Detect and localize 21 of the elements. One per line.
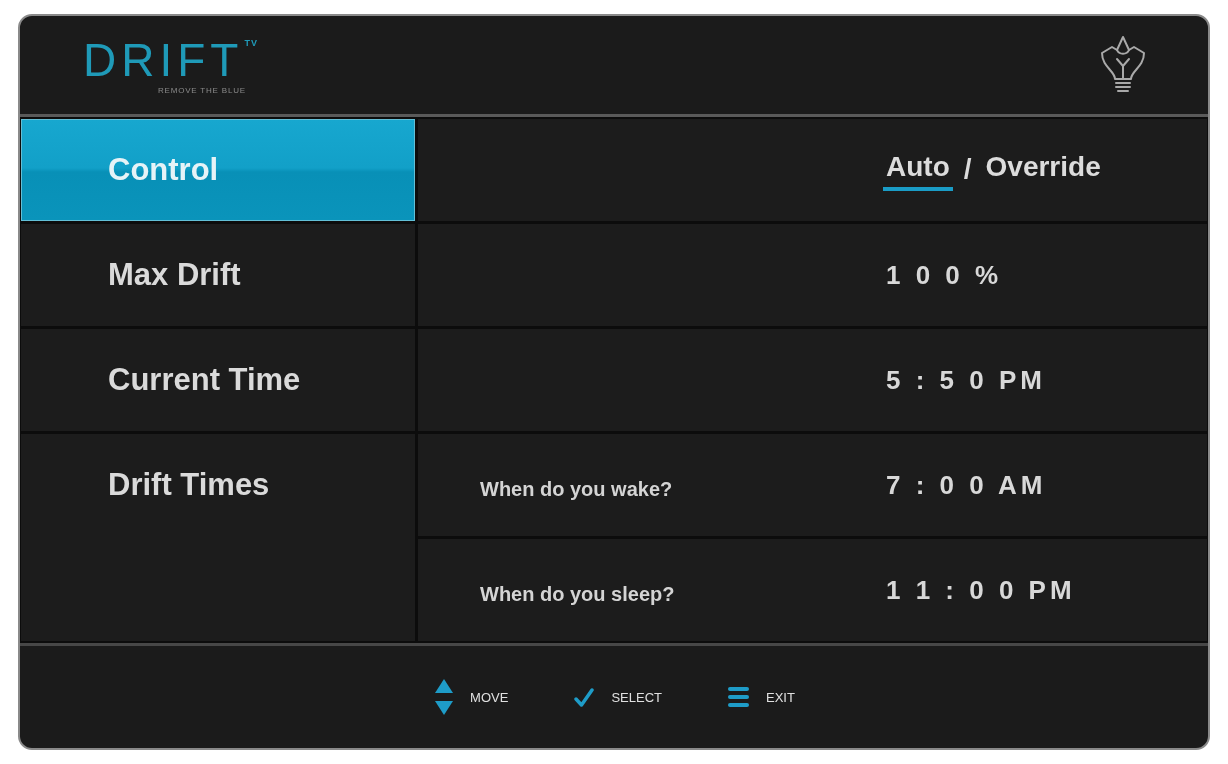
- logo-tagline: REMOVE THE BLUE: [158, 87, 247, 95]
- question-label: When do you wake?: [480, 478, 673, 500]
- question-label: When do you sleep?: [480, 583, 675, 605]
- mode-option[interactable]: Auto: [883, 149, 953, 191]
- logo-wordmark: DRIFT: [83, 37, 244, 83]
- up-down-arrows-icon: [435, 679, 454, 715]
- value-text: 7 : 0 0 AM: [886, 472, 1047, 498]
- value-text: 1 0 0 %: [886, 262, 1003, 288]
- menu-item[interactable]: Drift Times: [21, 434, 415, 641]
- menu-icon: [728, 687, 749, 707]
- separator-text: /: [963, 152, 972, 186]
- value-text: 5 : 5 0 PM: [886, 367, 1046, 393]
- hint-label: EXIT: [766, 690, 795, 704]
- menu-item[interactable]: Current Time: [21, 329, 415, 431]
- value-text: 1 1 : 0 0 PM: [886, 577, 1076, 603]
- checkmark-icon: [574, 687, 595, 707]
- logo-superscript: TV: [244, 39, 258, 48]
- menu-item[interactable]: Max Drift: [21, 224, 415, 326]
- hint-label: SELECT: [611, 690, 662, 704]
- hint-label: MOVE: [470, 690, 509, 704]
- mode-option[interactable]: Override: [982, 149, 1104, 191]
